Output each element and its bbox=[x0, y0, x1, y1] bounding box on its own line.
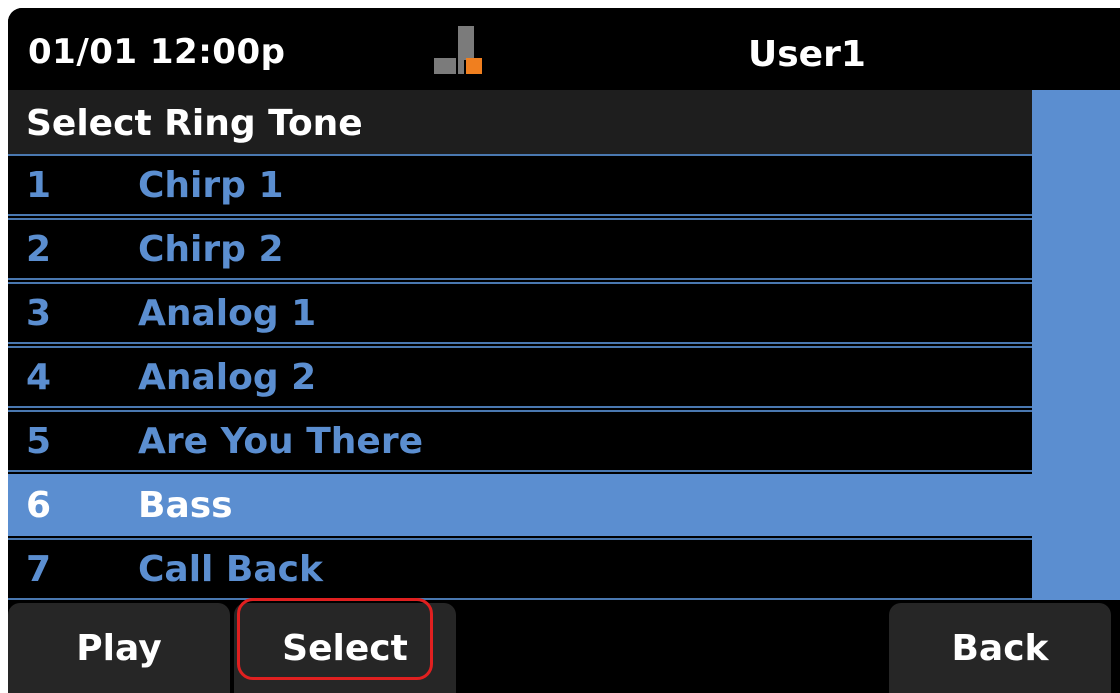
list-item-4[interactable]: 4 Analog 2 bbox=[8, 346, 1032, 408]
item-number: 5 bbox=[26, 421, 52, 462]
list-item-2[interactable]: 2 Chirp 2 bbox=[8, 218, 1032, 280]
item-name: Analog 1 bbox=[138, 293, 317, 334]
list-title: Select Ring Tone bbox=[8, 90, 1032, 154]
network-status-icon bbox=[434, 26, 484, 76]
play-button[interactable]: Play bbox=[8, 603, 230, 693]
back-button[interactable]: Back bbox=[889, 603, 1111, 693]
item-name: Are You There bbox=[138, 421, 423, 462]
item-number: 1 bbox=[26, 165, 52, 206]
item-name: Chirp 1 bbox=[138, 165, 284, 206]
item-name: Call Back bbox=[138, 549, 323, 590]
list-item-3[interactable]: 3 Analog 1 bbox=[8, 282, 1032, 344]
item-number: 2 bbox=[26, 229, 52, 270]
item-number: 3 bbox=[26, 293, 52, 334]
ring-tone-list: 1 Chirp 1 2 Chirp 2 3 Analog 1 4 Analog … bbox=[8, 154, 1032, 600]
item-number: 4 bbox=[26, 357, 52, 398]
date-time: 01/01 12:00p bbox=[28, 32, 286, 72]
list-item-5[interactable]: 5 Are You There bbox=[8, 410, 1032, 472]
phone-screen: 01/01 12:00p User1 Select Ring Tone 1 Ch… bbox=[8, 8, 1120, 693]
softkey-bar: Play Select Back bbox=[8, 600, 1120, 693]
list-item-6-selected[interactable]: 6 Bass bbox=[8, 474, 1032, 536]
item-number: 6 bbox=[26, 485, 52, 526]
list-item-7[interactable]: 7 Call Back bbox=[8, 538, 1032, 600]
user-label: User1 bbox=[748, 34, 866, 75]
status-bar: 01/01 12:00p User1 bbox=[8, 8, 1120, 90]
item-name: Bass bbox=[138, 485, 233, 526]
item-name: Chirp 2 bbox=[138, 229, 284, 270]
list-item-1[interactable]: 1 Chirp 1 bbox=[8, 154, 1032, 216]
item-name: Analog 2 bbox=[138, 357, 317, 398]
scrollbar[interactable] bbox=[1032, 90, 1120, 600]
item-number: 7 bbox=[26, 549, 52, 590]
select-button[interactable]: Select bbox=[234, 603, 456, 693]
